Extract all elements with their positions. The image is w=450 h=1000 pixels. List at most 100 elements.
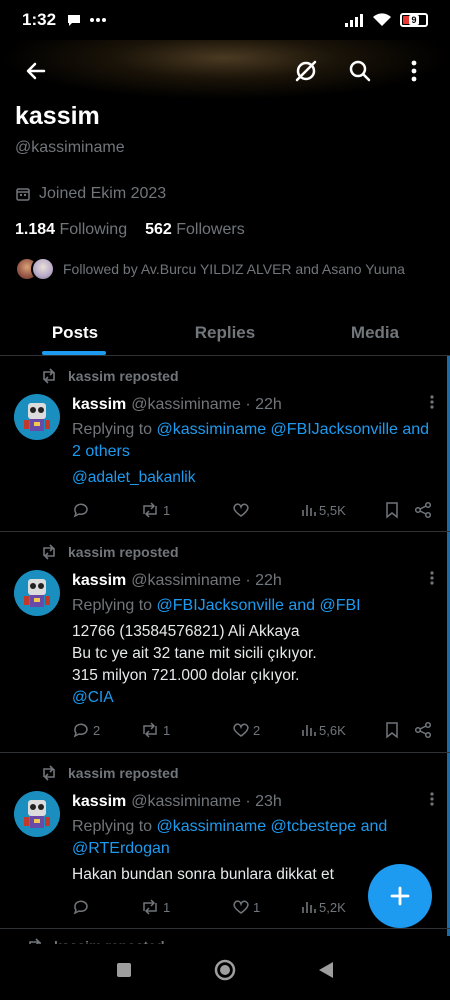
analytics-icon <box>302 505 316 516</box>
repost-label: kassim reposted <box>68 544 179 560</box>
calendar-icon <box>16 188 30 201</box>
follow-counts: 1.184 Following 562 Followers <box>15 221 435 239</box>
chat-notification-icon <box>68 15 81 26</box>
following-count: 1.184 <box>15 221 56 238</box>
repost-button[interactable]: 1 <box>140 501 232 519</box>
post-author-name[interactable]: kassim <box>72 793 126 811</box>
comment-icon <box>73 900 88 915</box>
repost-header: kassim reposted <box>14 544 434 560</box>
kebab-menu-icon <box>411 60 417 82</box>
repost-header: kassim reposted <box>14 368 434 384</box>
search-button[interactable] <box>342 53 378 89</box>
reply-button[interactable] <box>72 501 140 519</box>
home-button[interactable] <box>213 958 237 987</box>
post-more-button[interactable] <box>430 394 434 415</box>
post-more-button[interactable] <box>430 791 434 812</box>
more-notifications-icon <box>90 18 107 22</box>
bookmark-icon <box>386 502 398 519</box>
mention-link[interactable]: @CIA <box>72 687 434 709</box>
analytics-icon <box>302 725 316 736</box>
recents-button[interactable] <box>115 961 133 984</box>
repost-label: kassim reposted <box>68 765 179 781</box>
bookmark-button[interactable] <box>384 501 414 519</box>
back-nav-button[interactable] <box>317 960 335 985</box>
profile-name: kassim <box>15 102 100 130</box>
reply-button[interactable] <box>72 898 140 916</box>
grok-button[interactable] <box>288 53 324 89</box>
following-label: Following <box>59 221 128 238</box>
reply-button[interactable]: 2 <box>72 721 140 739</box>
repost-header: kassim reposted <box>14 765 434 781</box>
analytics-icon <box>302 902 316 913</box>
post-item[interactable]: kassim reposted kassim @kassiminame · 22… <box>0 356 450 532</box>
post-more-button[interactable] <box>430 570 434 591</box>
system-nav-bar <box>0 944 450 1000</box>
bookmark-button[interactable] <box>384 721 414 739</box>
kebab-menu-icon <box>430 395 434 409</box>
repost-icon <box>143 722 157 738</box>
share-button[interactable] <box>414 721 432 739</box>
tab-posts[interactable]: Posts <box>0 310 150 355</box>
repost-icon <box>43 544 55 560</box>
square-icon <box>117 962 131 977</box>
share-icon <box>414 721 432 739</box>
views-button[interactable]: 5,6K <box>300 722 384 738</box>
avatar[interactable] <box>14 570 60 616</box>
comment-icon <box>73 723 88 738</box>
tab-replies[interactable]: Replies <box>150 310 300 355</box>
reply-to-link[interactable]: @FBIJacksonville and @FBI <box>157 597 361 614</box>
following-link[interactable]: 1.184 Following <box>15 221 127 239</box>
post-meta: @kassiminame · 23h <box>131 792 282 810</box>
robot-avatar-icon <box>24 403 50 431</box>
reply-context: Replying to @FBIJacksonville and @FBI <box>72 597 361 614</box>
repost-button[interactable]: 1 <box>140 721 232 739</box>
robot-avatar-icon <box>24 579 50 607</box>
profile-info: kassim @kassiminame Joined Ekim 2023 1.1… <box>15 102 435 281</box>
profile-handle: @kassiminame <box>15 139 125 156</box>
followed-by[interactable]: Followed by Av.Burcu YILDIZ ALVER and As… <box>15 257 435 281</box>
joined-text: Joined Ekim 2023 <box>39 185 167 202</box>
search-icon <box>349 60 371 82</box>
reply-context: Replying to @kassiminame @FBIJacksonvill… <box>72 421 430 460</box>
heart-icon <box>233 503 249 517</box>
triangle-back-icon <box>319 961 333 978</box>
mention-link[interactable]: @adalet_bakanlik <box>72 469 195 486</box>
back-button[interactable] <box>18 53 54 89</box>
post-author-name[interactable]: kassim <box>72 396 126 414</box>
avatar[interactable] <box>14 791 60 837</box>
share-button[interactable] <box>414 501 432 519</box>
circle-icon <box>214 959 236 980</box>
share-icon <box>414 501 432 519</box>
repost-icon <box>143 899 157 915</box>
post-text: 12766 (13584576821) Ali Akkaya Bu tc ye … <box>72 621 434 709</box>
post-text: @adalet_bakanlik <box>72 467 434 489</box>
heart-icon <box>233 900 249 914</box>
followers-link[interactable]: 562 Followers <box>145 221 245 239</box>
like-button[interactable]: 1 <box>232 898 292 916</box>
profile-tabs: Posts Replies Media <box>0 310 450 356</box>
post-meta: @kassiminame · 22h <box>131 571 282 589</box>
post-author-name[interactable]: kassim <box>72 572 126 590</box>
views-button[interactable]: 5,5K <box>300 502 384 518</box>
joined-date: Joined Ekim 2023 <box>15 185 435 203</box>
signal-icon <box>345 14 363 27</box>
followers-count: 562 <box>145 221 172 238</box>
compose-post-button[interactable] <box>368 864 432 928</box>
reply-context: Replying to @kassiminame @tcbestepe and … <box>72 818 388 857</box>
post-actions: 2 1 2 5,6K <box>72 721 434 739</box>
status-time: 1:32 <box>22 10 57 29</box>
grok-icon <box>295 60 317 82</box>
post-item[interactable]: kassim reposted kassim @kassiminame · 22… <box>0 532 450 753</box>
like-button[interactable] <box>232 501 292 519</box>
repost-label: kassim reposted <box>68 368 179 384</box>
like-button[interactable]: 2 <box>232 721 292 739</box>
tab-media[interactable]: Media <box>300 310 450 355</box>
more-options-button[interactable] <box>396 53 432 89</box>
repost-icon <box>143 502 157 518</box>
avatar[interactable] <box>14 394 60 440</box>
kebab-menu-icon <box>430 571 434 585</box>
posts-feed: kassim reposted kassim @kassiminame · 22… <box>0 356 450 929</box>
back-arrow-icon <box>26 62 46 80</box>
repost-button[interactable]: 1 <box>140 898 232 916</box>
post-actions: 1 5,5K <box>72 501 434 519</box>
